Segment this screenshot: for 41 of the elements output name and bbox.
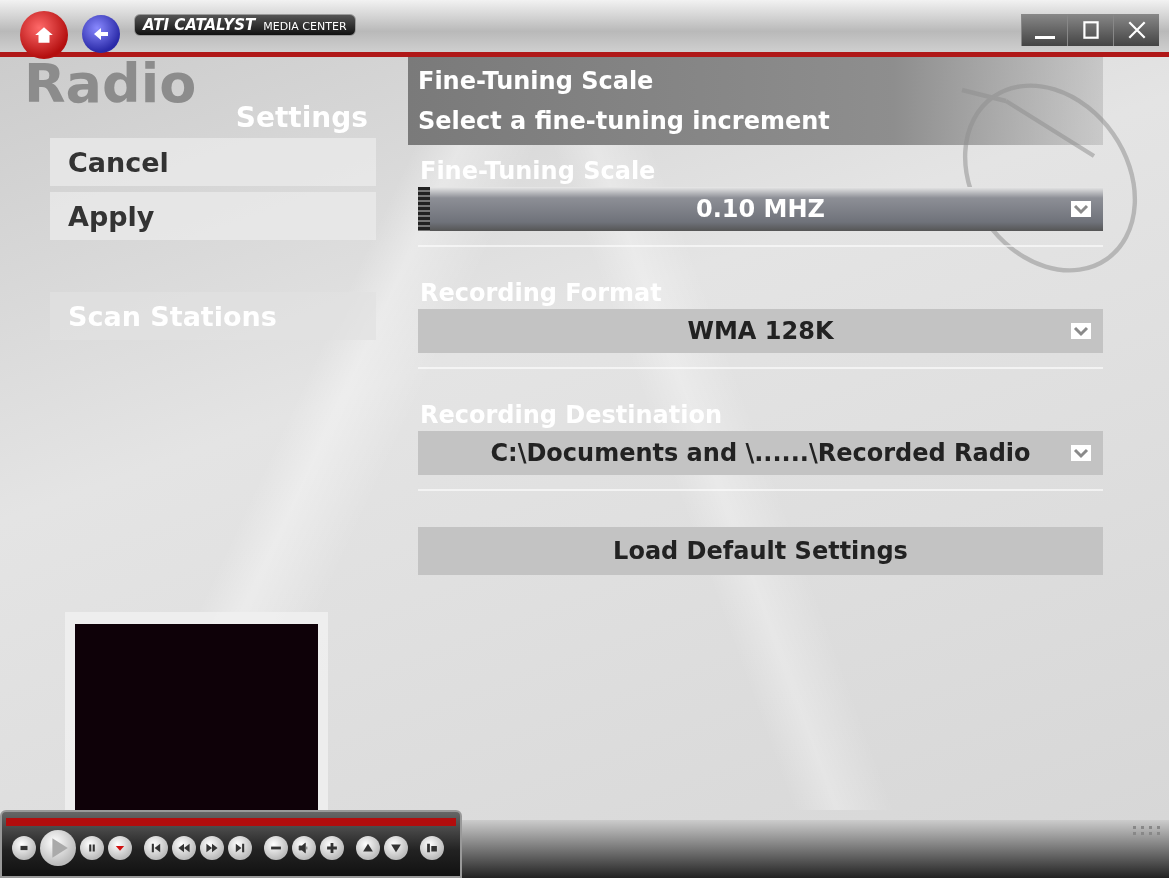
header-subtitle: Select a fine-tuning increment <box>418 106 831 137</box>
first-icon <box>149 841 163 855</box>
play-button[interactable] <box>40 830 76 866</box>
pause-button[interactable] <box>80 836 104 860</box>
home-button[interactable] <box>20 11 68 59</box>
dropdown[interactable]: C:\Documents and \......\Recorded Radio <box>418 431 1103 475</box>
minus-button[interactable] <box>264 836 288 860</box>
minimize-button[interactable] <box>1021 14 1067 46</box>
sidebar-button[interactable]: Apply <box>50 192 376 240</box>
last-icon <box>233 841 247 855</box>
mute-button[interactable] <box>292 836 316 860</box>
info-icon <box>425 841 439 855</box>
forward-icon <box>205 841 219 855</box>
chevron-down-icon <box>1071 445 1091 461</box>
header-title: Fine-Tuning Scale <box>418 66 655 97</box>
load-defaults-button[interactable]: Load Default Settings <box>418 527 1103 575</box>
back-button[interactable] <box>82 15 120 53</box>
app-logo: ATI CATALYST MEDIA CENTER <box>134 14 356 36</box>
page-title: Radio <box>24 57 197 111</box>
last-button[interactable] <box>228 836 252 860</box>
dropdown[interactable]: 0.10 MHZ <box>418 187 1103 231</box>
record-button[interactable] <box>108 836 132 860</box>
dropdown[interactable]: WMA 128K <box>418 309 1103 353</box>
resize-grip-icon <box>1133 826 1161 836</box>
close-button[interactable] <box>1113 14 1159 46</box>
down-button[interactable] <box>384 836 408 860</box>
chevron-down-icon <box>1071 323 1091 339</box>
rewind-button[interactable] <box>172 836 196 860</box>
maximize-button[interactable] <box>1067 14 1113 46</box>
plus-icon <box>325 841 339 855</box>
first-button[interactable] <box>144 836 168 860</box>
plus-button[interactable] <box>320 836 344 860</box>
forward-button[interactable] <box>200 836 224 860</box>
rewind-icon <box>177 841 191 855</box>
up-button[interactable] <box>356 836 380 860</box>
minimize-icon <box>1034 35 1055 39</box>
stop-button[interactable] <box>12 836 36 860</box>
info-button[interactable] <box>420 836 444 860</box>
chevron-down-icon <box>1071 201 1091 217</box>
sidebar-button[interactable]: Cancel <box>50 138 376 186</box>
grip-icon <box>418 187 430 231</box>
